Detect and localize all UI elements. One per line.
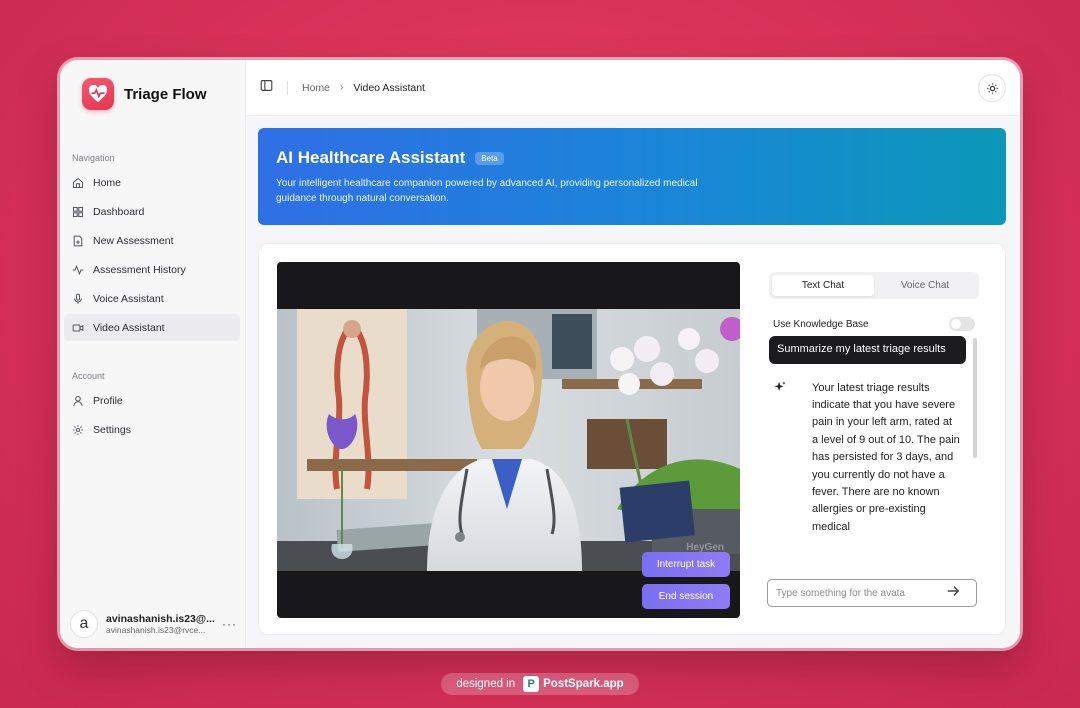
end-session-button[interactable]: End session: [642, 584, 730, 609]
user-icon: [73, 395, 83, 406]
brand[interactable]: Triage Flow: [82, 78, 207, 110]
sidebar-item-settings[interactable]: Settings: [64, 416, 240, 443]
app-window: Triage Flow Navigation Home Dashboard Ne…: [60, 60, 1020, 648]
sidebar-item-label: Assessment History: [93, 263, 186, 276]
more-options-icon[interactable]: ···: [222, 617, 237, 631]
chat-scrollbar[interactable]: [973, 338, 977, 458]
sidebar-item-new-assessment[interactable]: New Assessment: [64, 227, 240, 254]
file-plus-icon: [73, 235, 83, 246]
sidebar-item-label: New Assessment: [93, 234, 174, 247]
main-content: Home › Video Assistant AI Healthcare Ass…: [246, 60, 1020, 648]
send-button[interactable]: [946, 584, 960, 603]
app-name: Triage Flow: [124, 85, 207, 103]
account-label: Account: [72, 371, 105, 381]
chat-input-box: [767, 579, 977, 607]
avatar: a: [70, 610, 98, 638]
sidebar-item-label: Voice Assistant: [93, 292, 164, 305]
sidebar-item-label: Home: [93, 176, 122, 189]
arrow-right-icon: [947, 585, 960, 596]
assistant-panel: HeyGen Interrupt task End session Text C…: [258, 243, 1006, 635]
assistant-message: Your latest triage results indicate that…: [769, 380, 979, 537]
sidebar-item-label: Settings: [93, 423, 131, 436]
user-message: Summarize my latest triage results: [769, 336, 966, 364]
theme-toggle-button[interactable]: [978, 74, 1006, 102]
postspark-logo-icon: P: [523, 676, 540, 692]
video-icon: [72, 323, 84, 332]
navigation-label: Navigation: [72, 153, 115, 163]
page-title: AI Healthcare Assistant: [276, 148, 466, 167]
sidebar-toggle-button[interactable]: [260, 79, 273, 97]
knowledge-base-toggle[interactable]: [949, 317, 975, 331]
sidebar-item-assessment-history[interactable]: Assessment History: [64, 256, 240, 283]
sparkle-icon: [769, 380, 791, 402]
breadcrumb-current: Video Assistant: [353, 81, 425, 94]
sidebar-item-video-assistant[interactable]: Video Assistant: [64, 314, 240, 341]
chat-panel: Text Chat Voice Chat Use Knowledge Base …: [767, 272, 979, 608]
activity-icon: [72, 264, 84, 275]
hero-description: Your intelligent healthcare companion po…: [276, 178, 698, 204]
tab-voice-chat[interactable]: Voice Chat: [874, 275, 976, 296]
interrupt-task-button[interactable]: Interrupt task: [642, 552, 730, 577]
hero-banner: AI Healthcare Assistant Beta Your intell…: [258, 128, 1006, 225]
dashboard-icon: [72, 206, 84, 217]
top-bar: Home › Video Assistant: [246, 60, 1020, 116]
sidebar: Triage Flow Navigation Home Dashboard Ne…: [60, 60, 246, 648]
gear-icon: [73, 424, 83, 435]
footer-prefix: designed in: [456, 678, 516, 690]
sidebar-item-home[interactable]: Home: [64, 169, 240, 196]
sidebar-item-label: Profile: [93, 394, 123, 407]
user-email: avinashanish.is23@rvce...: [106, 625, 206, 635]
beta-badge: Beta: [475, 151, 504, 165]
footer-brand: PostSpark.app: [543, 678, 624, 690]
heart-logo-icon: [82, 78, 114, 110]
sun-icon: [986, 82, 998, 94]
designed-in-badge[interactable]: designed in P PostSpark.app: [441, 673, 639, 695]
home-icon: [72, 177, 84, 188]
user-name: avinashanish.is23@...: [106, 613, 215, 625]
chevron-right-icon: ›: [340, 82, 344, 93]
chat-input[interactable]: [776, 587, 946, 599]
sidebar-item-dashboard[interactable]: Dashboard: [64, 198, 240, 225]
sidebar-item-label: Video Assistant: [93, 321, 165, 334]
user-account[interactable]: a avinashanish.is23@... avinashanish.is2…: [70, 608, 240, 640]
sidebar-toggle-icon: [260, 79, 273, 91]
sidebar-item-voice-assistant[interactable]: Voice Assistant: [64, 285, 240, 312]
avatar-video: HeyGen Interrupt task End session: [277, 262, 740, 618]
knowledge-base-label: Use Knowledge Base: [773, 318, 869, 330]
tab-text-chat[interactable]: Text Chat: [772, 275, 874, 296]
breadcrumb-home[interactable]: Home: [302, 82, 330, 94]
mic-icon: [74, 293, 82, 304]
avatar-video-frame: [277, 309, 740, 571]
knowledge-base-row: Use Knowledge Base: [769, 317, 979, 331]
sidebar-item-profile[interactable]: Profile: [64, 387, 240, 414]
chat-messages: Summarize my latest triage results Your …: [769, 336, 979, 568]
sidebar-item-label: Dashboard: [93, 205, 145, 218]
chat-tabs: Text Chat Voice Chat: [769, 272, 979, 299]
assistant-message-text: Your latest triage results indicate that…: [812, 381, 960, 533]
divider: [287, 80, 288, 95]
